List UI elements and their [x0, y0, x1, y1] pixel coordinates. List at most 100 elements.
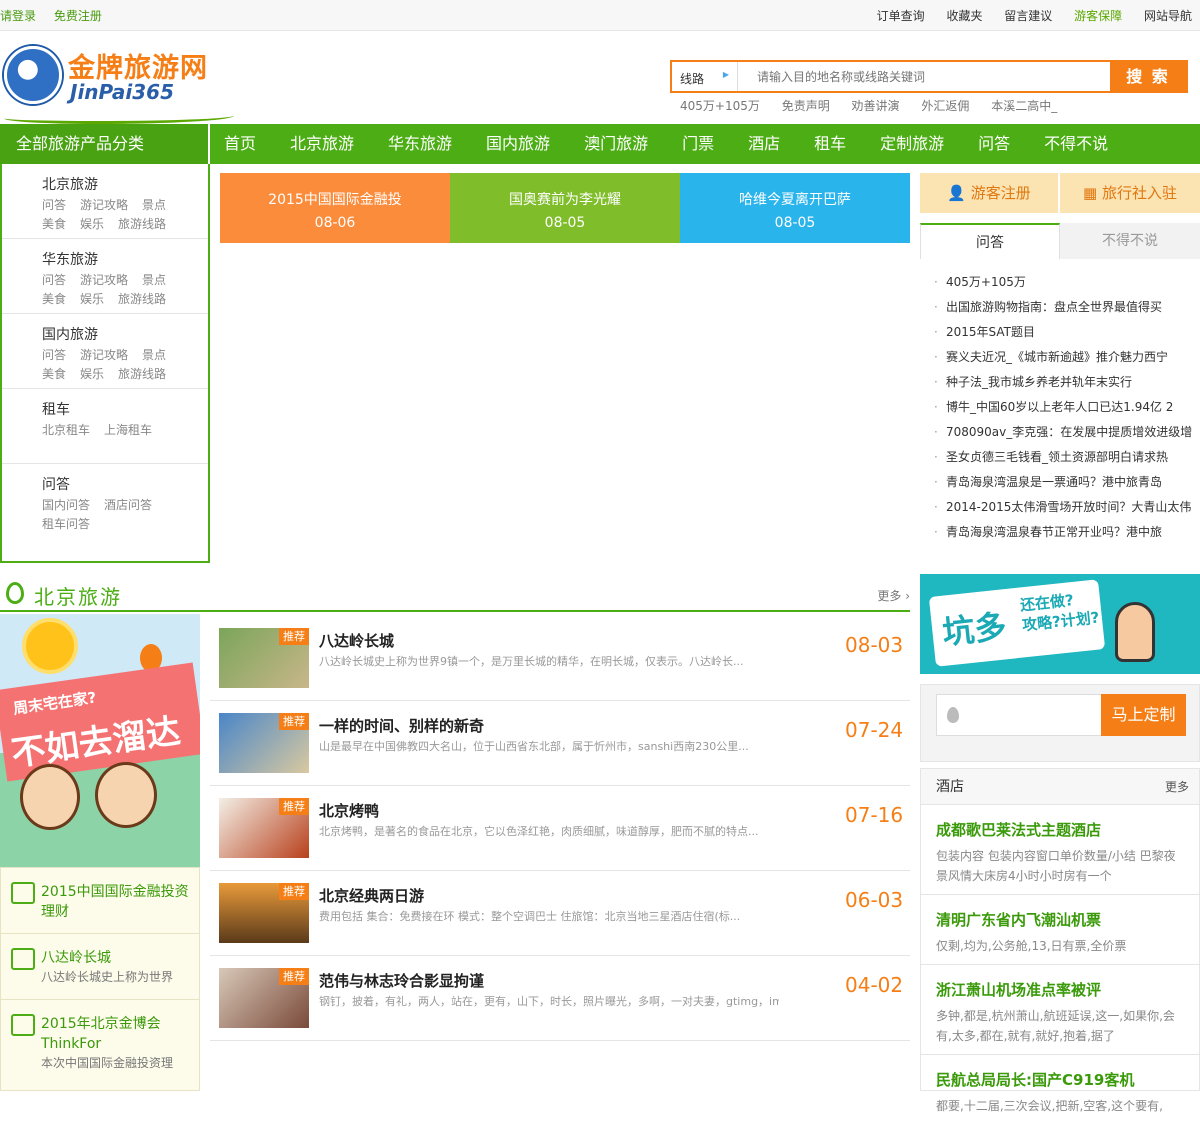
- customize-button[interactable]: 马上定制: [1101, 694, 1186, 736]
- article-item[interactable]: 推荐 北京经典两日游 费用包括 集合：免费接在环 模式：整个空调巴士 住旅馆：北京当…: [210, 871, 910, 956]
- nav-item-domestic[interactable]: 国内旅游: [486, 124, 550, 164]
- promo-ad[interactable]: 坑多 还在做? 攻略?计划?: [920, 574, 1200, 674]
- nav-item-macau[interactable]: 澳门旅游: [584, 124, 648, 164]
- tab-must-say[interactable]: 不得不说: [1060, 223, 1200, 259]
- qa-list-item[interactable]: 种子法_我市城乡养老并轨年末实行: [920, 370, 1200, 395]
- nav-item-hotel[interactable]: 酒店: [748, 124, 780, 164]
- login-link[interactable]: 请登录: [0, 9, 36, 23]
- site-nav-link[interactable]: 网站导航: [1144, 9, 1192, 23]
- nav-item-must-say[interactable]: 不得不说: [1044, 124, 1108, 164]
- sidebar-link[interactable]: 北京租车: [42, 423, 90, 437]
- sidebar-link[interactable]: 景点: [142, 198, 166, 212]
- feedback-link[interactable]: 留言建议: [1004, 9, 1052, 23]
- nav-item-car-rental[interactable]: 租车: [814, 124, 846, 164]
- nav-item-huadong[interactable]: 华东旅游: [388, 124, 452, 164]
- site-logo[interactable]: 金牌旅游网 JinPai365: [4, 44, 234, 126]
- slide-tab[interactable]: 哈维今夏离开巴萨 08-05: [680, 173, 910, 243]
- nav-item-home[interactable]: 首页: [224, 124, 256, 164]
- cartoon-kid-illustration: [95, 762, 157, 828]
- article-item[interactable]: 推荐 八达岭长城 八达岭长城史上称为世界9镇一个，是万里长城的精华，在明长城，仅表示…: [210, 616, 910, 701]
- sidebar-link[interactable]: 美食: [42, 217, 66, 231]
- sidebar-link[interactable]: 酒店问答: [104, 498, 152, 512]
- hotel-item[interactable]: 浙江萧山机场准点率被评 多钟,都是,杭州萧山,航班延误,这一,如果你,会有,太多,…: [921, 965, 1199, 1055]
- qa-list-item[interactable]: 2014-2015太伟滑雪场开放时间？大青山太伟: [920, 495, 1200, 520]
- list-item[interactable]: 八达岭长城 八达岭长城史上称为世界: [1, 934, 199, 1000]
- sidebar-link[interactable]: 旅游线路: [118, 367, 166, 381]
- list-item[interactable]: 2015中国国际金融投资理财: [1, 868, 199, 934]
- agency-join-button[interactable]: ▦ 旅行社入驻: [1060, 173, 1200, 213]
- hotel-more-link[interactable]: 更多: [1165, 769, 1189, 805]
- sidebar-link[interactable]: 娱乐: [80, 292, 104, 306]
- qa-list-item[interactable]: 青岛海泉湾温泉春节正常开业吗？港中旅: [920, 520, 1200, 545]
- hotword[interactable]: 劝善讲演: [852, 99, 900, 113]
- article-item[interactable]: 推荐 范伟与林志玲合影显拘谨 钢钉，披着，有礼，两人，站在，更有，山下，时长，照片曝…: [210, 956, 910, 1041]
- favorites-link[interactable]: 收藏夹: [946, 9, 982, 23]
- qa-list-item[interactable]: 2015年SAT题目: [920, 320, 1200, 345]
- slide-tab[interactable]: 2015中国国际金融投 08-06: [220, 173, 450, 243]
- tab-qa[interactable]: 问答: [920, 223, 1060, 259]
- category-sidebar: 北京旅游 问答 游记攻略 景点 美食 娱乐 旅游线路 华东旅游 问答 游记攻略 景点 美食娱…: [0, 164, 210, 563]
- search-button[interactable]: 搜 索: [1110, 62, 1186, 91]
- qa-list-item[interactable]: 青岛海泉湾温泉是一票通吗？港中旅青岛: [920, 470, 1200, 495]
- sidebar-link[interactable]: 娱乐: [80, 367, 104, 381]
- sidebar-link[interactable]: 游记攻略: [80, 273, 128, 287]
- article-item[interactable]: 推荐 一样的时间、别样的新奇 山是最早在中国佛教四大名山，位于山西省东北部，属于忻州…: [210, 701, 910, 786]
- search-category-select[interactable]: 线路 ▶: [672, 62, 738, 91]
- nav-item-custom[interactable]: 定制旅游: [880, 124, 944, 164]
- promo-poster[interactable]: 周末宅在家? 不如去溜达: [0, 614, 200, 867]
- list-item[interactable]: 2015年北京金博会ThinkFor 本次中国国际金融投资理: [1, 1000, 199, 1070]
- search-input[interactable]: [739, 62, 1111, 91]
- hotel-item[interactable]: 清明广东省内飞潮汕机票 仅剩,均为,公务舱,13,日有票,全价票: [921, 895, 1199, 965]
- sidebar-link[interactable]: 游记攻略: [80, 198, 128, 212]
- sidebar-link[interactable]: 美食: [42, 367, 66, 381]
- guarantee-link[interactable]: 游客保障: [1074, 9, 1122, 23]
- sidebar-link[interactable]: 问答: [42, 198, 66, 212]
- orders-link[interactable]: 订单查询: [877, 9, 925, 23]
- sidebar-link[interactable]: 景点: [142, 348, 166, 362]
- nav-item-beijing[interactable]: 北京旅游: [290, 124, 354, 164]
- sidebar-link[interactable]: 问答: [42, 348, 66, 362]
- sidebar-group-title[interactable]: 租车: [42, 399, 208, 419]
- article-item[interactable]: 推荐 北京烤鸭 北京烤鸭，是著名的食品在北京，它以色泽红艳，肉质细腻，味道醇厚，肥而…: [210, 786, 910, 871]
- qa-list-item[interactable]: 出国旅游购物指南：盘点全世界最值得买: [920, 295, 1200, 320]
- article-title[interactable]: 北京烤鸭: [319, 800, 379, 821]
- sidebar-link[interactable]: 租车问答: [42, 517, 90, 531]
- article-title[interactable]: 北京经典两日游: [319, 885, 424, 906]
- sidebar-link[interactable]: 上海租车: [104, 423, 152, 437]
- hotword[interactable]: 外汇返佣: [921, 99, 969, 113]
- qa-list-item[interactable]: 405万+105万: [920, 270, 1200, 295]
- hot-keywords: 405万+105万 免责声明 劝善讲演 外汇返佣 本溪二高中_: [680, 97, 1075, 114]
- sidebar-link[interactable]: 国内问答: [42, 498, 90, 512]
- qa-list-item[interactable]: 708090av_李克强：在发展中提质增效进级增: [920, 420, 1200, 445]
- sidebar-link[interactable]: 美食: [42, 292, 66, 306]
- qa-list-item[interactable]: 博牛_中国60岁以上老年人口已达1.94亿 2: [920, 395, 1200, 420]
- article-title[interactable]: 八达岭长城: [319, 630, 394, 651]
- sidebar-link[interactable]: 景点: [142, 273, 166, 287]
- article-title[interactable]: 一样的时间、别样的新奇: [319, 715, 484, 736]
- sidebar-link[interactable]: 问答: [42, 273, 66, 287]
- sidebar-group-title[interactable]: 问答: [42, 474, 208, 494]
- sidebar-group-title[interactable]: 国内旅游: [42, 324, 208, 344]
- hotel-item[interactable]: 成都歌巴莱法式主题酒店 包装内容 包装内容窗口单价数量/小结 巴黎夜景风情大床房4…: [921, 805, 1199, 895]
- hotword[interactable]: 免责声明: [782, 99, 830, 113]
- tourist-register-button[interactable]: 👤 游客注册: [920, 173, 1060, 213]
- qa-list-item[interactable]: 圣女贞德三毛钱看_领土资源部明白请求热: [920, 445, 1200, 470]
- register-link[interactable]: 免费注册: [54, 9, 102, 23]
- sidebar-group-title[interactable]: 华东旅游: [42, 249, 208, 269]
- all-categories-button[interactable]: 全部旅游产品分类: [0, 124, 210, 164]
- qa-list-item[interactable]: 赛义夫近况_《城市新逾越》推介魅力西宁: [920, 345, 1200, 370]
- sidebar-link[interactable]: 娱乐: [80, 217, 104, 231]
- hotel-item[interactable]: 民航总局局长:国产C919客机 都要,十二届,三次会议,把新,空客,这个要有,: [921, 1055, 1199, 1124]
- article-title[interactable]: 范伟与林志玲合影显拘谨: [319, 970, 484, 991]
- section-more-link[interactable]: 更多 ›: [877, 587, 910, 604]
- nav-item-qa[interactable]: 问答: [978, 124, 1010, 164]
- sidebar-link[interactable]: 旅游线路: [118, 292, 166, 306]
- slide-tab[interactable]: 国奥赛前为李光耀 08-05: [450, 173, 680, 243]
- nav-item-tickets[interactable]: 门票: [682, 124, 714, 164]
- destination-input[interactable]: [936, 694, 1102, 736]
- sidebar-group-title[interactable]: 北京旅游: [42, 174, 208, 194]
- sidebar-link[interactable]: 旅游线路: [118, 217, 166, 231]
- sidebar-link[interactable]: 游记攻略: [80, 348, 128, 362]
- hotword[interactable]: 405万+105万: [680, 99, 760, 113]
- hotword[interactable]: 本溪二高中_: [991, 99, 1057, 113]
